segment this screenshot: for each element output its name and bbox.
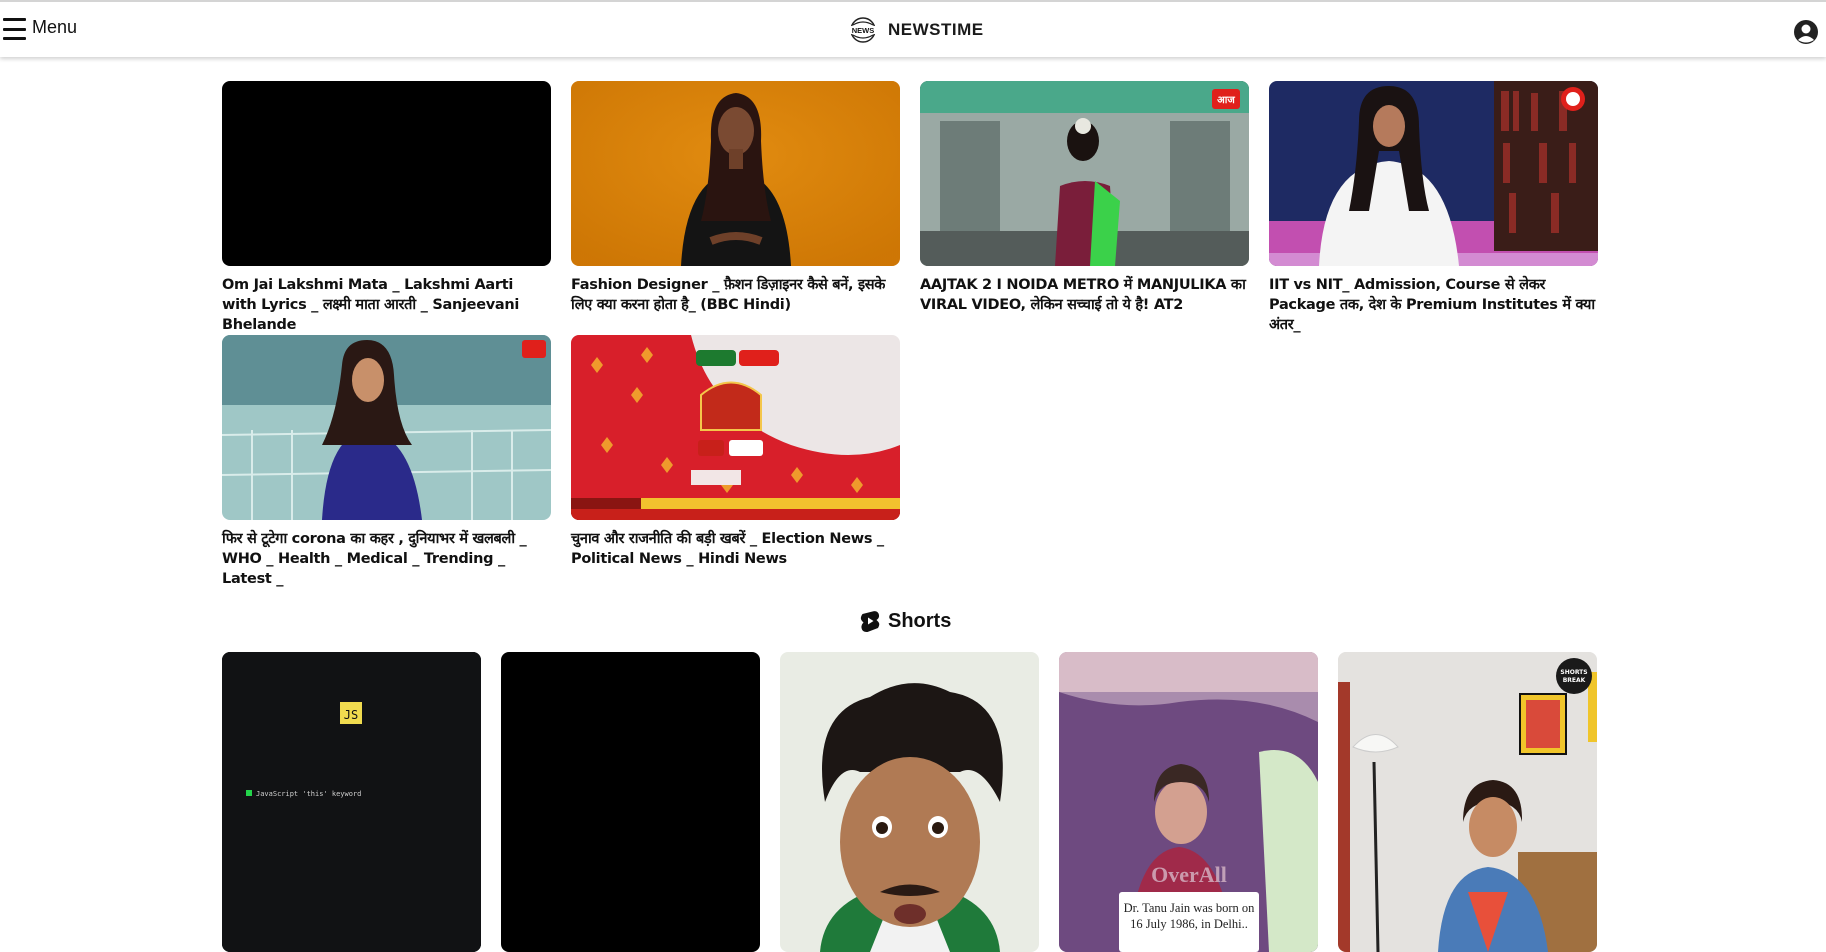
short-card[interactable]: JS JavaScript 'this' keyword (222, 652, 481, 952)
shorts-heading: Shorts (858, 609, 951, 633)
svg-text:OverAll: OverAll (1151, 862, 1227, 887)
short-card[interactable]: SHORTS BREAK (1338, 652, 1597, 952)
svg-text:आज: आज (1217, 95, 1235, 106)
video-title[interactable]: फिर से टूटेगा corona का कहर , दुनियाभर म… (222, 529, 551, 589)
shorts-title: Shorts (888, 609, 952, 632)
video-card[interactable]: Om Jai Lakshmi Mata _ Lakshmi Aarti with… (222, 81, 551, 335)
video-card[interactable]: फिर से टूटेगा corona का कहर , दुनियाभर म… (222, 335, 551, 589)
video-thumbnail[interactable] (571, 81, 900, 266)
video-card[interactable]: चुनाव और राजनीति की बड़ी खबरें _ Electio… (571, 335, 900, 569)
svg-text:NEWS: NEWS (852, 26, 875, 35)
newstime-logo-icon: NEWS (847, 17, 879, 43)
short-card[interactable] (501, 652, 760, 952)
video-title[interactable]: IIT vs NIT_ Admission, Course से लेकर Pa… (1269, 275, 1598, 335)
svg-text:BREAK: BREAK (1563, 677, 1586, 684)
short-card[interactable] (780, 652, 1039, 952)
video-card[interactable]: आज AAJTAK 2 I NOIDA METRO में MANJULIKA … (920, 81, 1249, 315)
top-navbar: Menu NEWS NEWSTIME (0, 0, 1826, 57)
short-caption: Dr. Tanu Jain was born on 16 July 1986, … (1123, 901, 1255, 931)
video-thumbnail[interactable]: आज (920, 81, 1249, 266)
user-circle-icon[interactable] (1793, 19, 1819, 45)
svg-text:JavaScript 'this' keyword: JavaScript 'this' keyword (256, 790, 361, 798)
video-card[interactable]: Fashion Designer _ फ़ैशन डिज़ाइनर कैसे ब… (571, 81, 900, 315)
video-thumbnail[interactable] (222, 81, 551, 266)
menu-button[interactable]: Menu (3, 16, 77, 40)
video-title[interactable]: Om Jai Lakshmi Mata _ Lakshmi Aarti with… (222, 275, 551, 335)
video-thumbnail[interactable] (222, 335, 551, 520)
brand-name: NEWSTIME (888, 20, 984, 39)
video-title[interactable]: Fashion Designer _ फ़ैशन डिज़ाइनर कैसे ब… (571, 275, 900, 315)
video-card[interactable]: IIT vs NIT_ Admission, Course से लेकर Pa… (1269, 81, 1598, 335)
brand-logo-link[interactable]: NEWS NEWSTIME (846, 17, 984, 43)
svg-text:JS: JS (344, 708, 358, 722)
shorts-icon (860, 611, 880, 633)
video-title[interactable]: चुनाव और राजनीति की बड़ी खबरें _ Electio… (571, 529, 900, 569)
video-thumbnail[interactable] (1269, 81, 1598, 266)
menu-label: Menu (32, 17, 78, 37)
svg-text:SHORTS: SHORTS (1560, 669, 1587, 676)
video-title[interactable]: AAJTAK 2 I NOIDA METRO में MANJULIKA का … (920, 275, 1249, 315)
video-thumbnail[interactable] (571, 335, 900, 520)
short-card[interactable]: OverAll Dr. Tanu Jain was born on 16 Jul… (1059, 652, 1318, 952)
hamburger-icon (3, 18, 26, 40)
